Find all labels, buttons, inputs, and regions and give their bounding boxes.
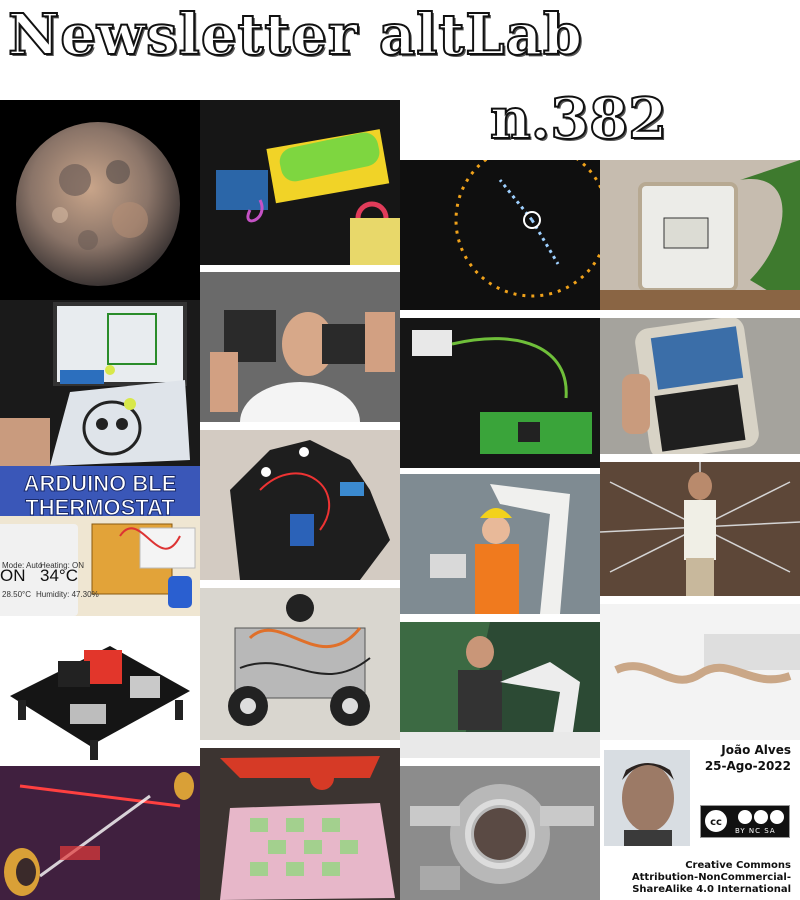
license-text: Creative Commons Attribution-NonCommerci…	[591, 860, 791, 896]
battery-device-photo	[200, 100, 400, 265]
vacuum-chamber-photo	[400, 766, 600, 900]
handheld-computer-photo	[600, 318, 800, 454]
thermostat-temperature: 34°C	[40, 566, 78, 585]
robot-arm-student-photo	[400, 622, 600, 758]
industrial-robot-worker-photo	[400, 474, 600, 614]
led-clock-photo	[400, 160, 600, 310]
thermostat-state: ON	[0, 566, 26, 585]
svg-text:cc: cc	[710, 817, 722, 828]
led-matrix-hands-photo	[200, 272, 400, 422]
arduino-ble-thermostat-photo: ARDUINO BLE THERMOSTAT Mode: Auto Heatin…	[0, 466, 200, 616]
thermostat-headline: ARDUINO BLE THERMOSTAT	[0, 471, 200, 520]
thermostat-reading: 28.50°C	[2, 590, 31, 599]
eink-thermometer-photo	[600, 160, 800, 310]
skull-drawing-robot-photo	[0, 300, 200, 466]
publication-date: 25-Ago-2022	[704, 759, 791, 773]
author-name: João Alves	[721, 743, 791, 757]
newsletter-title: Newsletter altLab	[7, 1, 584, 69]
license-line-2: Attribution-NonCommercial-	[631, 872, 791, 883]
moon-photo	[0, 100, 200, 300]
cc-badge-text: BY NC SA	[735, 827, 776, 835]
author-portrait	[604, 750, 690, 846]
laser-optics-photo	[0, 766, 200, 900]
license-line-1: Creative Commons	[685, 860, 791, 871]
creative-commons-badge[interactable]: cc BY NC SA	[700, 805, 790, 838]
haptic-glove-photo	[200, 430, 400, 580]
laser-structure-person-photo	[600, 462, 800, 596]
license-line-3: ShareAlike 4.0 International	[632, 884, 791, 895]
thermostat-humidity: Humidity: 47.30%	[36, 590, 99, 599]
pico-cable-photo	[400, 318, 600, 468]
rover-robot-photo	[200, 588, 400, 740]
usb-power-board-photo	[0, 616, 200, 766]
author-info: João Alves 25-Ago-2022	[705, 742, 791, 774]
twisted-wood-sample-photo	[600, 604, 800, 740]
issue-number: n.382	[489, 85, 668, 153]
chess-robot-photo	[200, 748, 400, 900]
thermostat-headline-line1: ARDUINO BLE	[23, 471, 177, 496]
thermostat-headline-line2: THERMOSTAT	[25, 495, 176, 520]
